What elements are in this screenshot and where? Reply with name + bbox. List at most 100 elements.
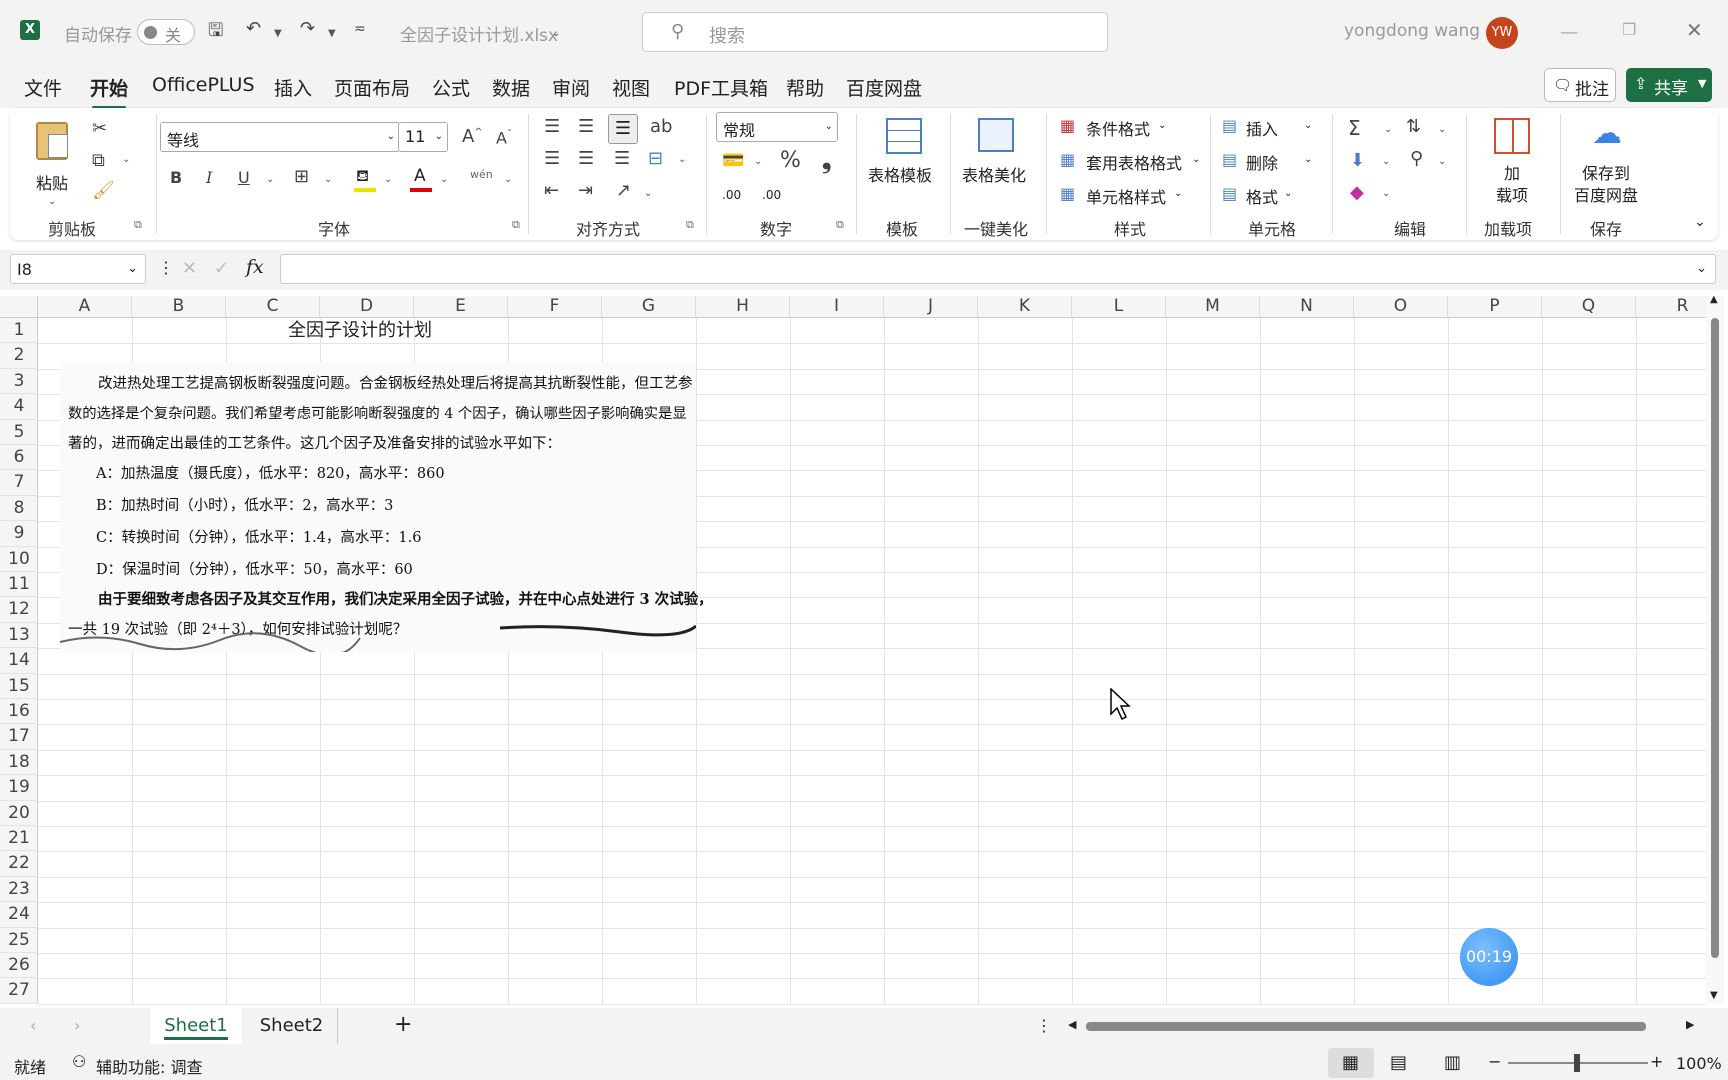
zoom-in-icon[interactable]: + xyxy=(1650,1052,1663,1071)
next-sheet-icon[interactable]: › xyxy=(74,1016,80,1035)
scroll-right-icon[interactable]: ▶ xyxy=(1686,1018,1694,1031)
wrap-text-icon[interactable]: ab xyxy=(650,118,672,136)
fill-color-dropdown-icon[interactable]: ⌄ xyxy=(384,174,392,185)
fill-color-icon[interactable]: ⛾ xyxy=(354,166,376,192)
share-button[interactable]: ⇪ 共享 ▼ xyxy=(1626,68,1712,102)
paste-button[interactable]: 粘贴 ⌄ xyxy=(30,116,74,207)
font-launcher-icon[interactable]: ⧉ xyxy=(512,218,520,232)
menu-help[interactable]: 帮助 xyxy=(786,74,824,101)
delete-cells-button[interactable]: ▤ 删除 ⌄ xyxy=(1220,148,1320,176)
format-painter-icon[interactable]: 🖌 xyxy=(92,182,115,200)
filename-chevron-icon[interactable]: ⌄ xyxy=(552,28,560,39)
alignment-launcher-icon[interactable]: ⧉ xyxy=(686,218,694,232)
find-select-dropdown-icon[interactable]: ⌄ xyxy=(1438,156,1446,167)
menu-file[interactable]: 文件 xyxy=(24,74,62,101)
percent-icon[interactable]: % xyxy=(780,150,801,172)
tab-options-icon[interactable]: ⋮ xyxy=(1036,1016,1052,1035)
save-to-netdisk-button[interactable]: ☁ 保存到 百度网盘 xyxy=(1564,114,1654,208)
user-name[interactable]: yongdong wang xyxy=(1344,21,1480,41)
close-icon[interactable]: ✕ xyxy=(1686,18,1703,42)
scroll-left-icon[interactable]: ◀ xyxy=(1068,1018,1076,1031)
zoom-slider[interactable] xyxy=(1508,1054,1648,1072)
clear-icon[interactable]: ◆ xyxy=(1350,184,1364,202)
cut-icon[interactable]: ✂ xyxy=(92,120,107,138)
conditional-format-button[interactable]: ▦ 条件格式 ⌄ xyxy=(1052,114,1202,142)
format-cells-button[interactable]: ▤ 格式 ⌄ xyxy=(1220,182,1320,210)
borders-dropdown-icon[interactable]: ⌄ xyxy=(324,174,332,185)
recording-timer[interactable]: 00:19 xyxy=(1460,928,1518,986)
menu-pdf-tools[interactable]: PDF工具箱 xyxy=(674,74,768,101)
formula-expand-icon[interactable]: ⌄ xyxy=(1696,261,1707,276)
increase-decimal-icon[interactable]: .00 xyxy=(722,188,741,202)
scroll-up-icon[interactable]: ▲ xyxy=(1710,294,1718,305)
number-launcher-icon[interactable]: ⧉ xyxy=(836,218,844,232)
currency-icon[interactable]: 💳 xyxy=(722,152,744,170)
fill-dropdown-icon[interactable]: ⌄ xyxy=(1382,156,1390,167)
number-format-combo[interactable]: 常规 ⌄ xyxy=(716,112,838,142)
cancel-entry-icon[interactable]: ✕ xyxy=(182,258,197,279)
currency-dropdown-icon[interactable]: ⌄ xyxy=(754,156,762,167)
table-template-button[interactable]: 表格模板 xyxy=(862,114,946,204)
find-select-icon[interactable]: ⚲ xyxy=(1410,150,1423,168)
formula-options-icon[interactable]: ⋮ xyxy=(158,258,174,277)
minimize-icon[interactable]: — xyxy=(1560,22,1578,43)
menu-data[interactable]: 数据 xyxy=(492,74,530,101)
accessibility-icon[interactable]: ⚇ xyxy=(72,1052,86,1071)
menu-review[interactable]: 审阅 xyxy=(552,74,590,101)
menu-insert[interactable]: 插入 xyxy=(274,74,312,101)
ribbon-collapse-icon[interactable]: ⌄ xyxy=(1694,214,1706,230)
copy-icon[interactable]: ⧉ xyxy=(92,152,105,170)
menu-view[interactable]: 视图 xyxy=(612,74,650,101)
menu-page-layout[interactable]: 页面布局 xyxy=(334,74,410,101)
copy-dropdown-icon[interactable]: ⌄ xyxy=(122,154,130,165)
merge-dropdown-icon[interactable]: ⌄ xyxy=(678,154,686,165)
restore-icon[interactable]: ❐ xyxy=(1622,20,1636,39)
avatar[interactable]: YW xyxy=(1486,17,1518,49)
comment-button[interactable]: 🗨 批注 xyxy=(1544,68,1616,102)
worksheet-grid[interactable]: ABCDEFGHIJKLMNOPQR 1 2 3 4 5 6 7 8 9 10 11 12 13 14 15… xyxy=(0,294,1728,1005)
font-size-combo[interactable]: 11 ⌄ xyxy=(398,122,448,152)
align-middle-icon[interactable]: ☰ xyxy=(578,118,594,136)
increase-indent-icon[interactable]: ⇥ xyxy=(578,182,593,200)
orientation-dropdown-icon[interactable]: ⌄ xyxy=(644,188,652,199)
page-layout-view-icon[interactable]: ▤ xyxy=(1390,1052,1407,1073)
autosave-toggle[interactable]: 关 xyxy=(137,19,195,45)
phonetic-dropdown-icon[interactable]: ⌄ xyxy=(504,174,512,185)
insert-cells-button[interactable]: ▤ 插入 ⌄ xyxy=(1220,114,1320,142)
clear-dropdown-icon[interactable]: ⌄ xyxy=(1382,188,1390,199)
underline-dropdown-icon[interactable]: ⌄ xyxy=(266,174,274,185)
title-cell[interactable]: 全因子设计的计划 xyxy=(288,316,432,342)
sort-filter-icon[interactable]: ⇅ xyxy=(1406,118,1421,136)
font-name-combo[interactable]: 等线 ⌄ xyxy=(160,122,400,152)
orientation-icon[interactable]: ↗ xyxy=(616,182,631,200)
italic-icon[interactable]: I xyxy=(206,170,212,186)
fill-icon[interactable]: ⬇ xyxy=(1350,152,1365,170)
menu-formulas[interactable]: 公式 xyxy=(432,74,470,101)
zoom-slider-thumb[interactable] xyxy=(1574,1054,1580,1072)
redo-dropdown-icon[interactable]: ▼ xyxy=(328,28,336,39)
sheet-tab-sheet2[interactable]: Sheet2 xyxy=(246,1008,338,1044)
file-name[interactable]: 全因子设计计划.xlsx xyxy=(400,21,558,46)
name-box[interactable]: I8 ⌄ xyxy=(10,254,146,284)
merge-center-icon[interactable]: ⊟ xyxy=(648,150,663,168)
comma-icon[interactable]: ❟ xyxy=(822,148,831,172)
horizontal-scroll-thumb[interactable] xyxy=(1086,1022,1646,1031)
align-center-icon[interactable]: ☰ xyxy=(578,150,594,168)
search-box[interactable]: ⚲ 搜索 xyxy=(642,12,1108,52)
vertical-scroll-thumb[interactable] xyxy=(1711,318,1719,958)
decrease-decimal-icon[interactable]: .00 xyxy=(762,188,781,202)
pasted-problem-image[interactable]: 改进热处理工艺提高钢板断裂强度问题。合金钢板经热处理后将提高其抗断裂性能，但工艺… xyxy=(60,362,713,652)
table-format-button[interactable]: ▦ 套用表格格式 ⌄ xyxy=(1052,148,1202,176)
prev-sheet-icon[interactable]: ‹ xyxy=(30,1016,36,1035)
save-icon[interactable]: 🖫 xyxy=(208,22,223,40)
autosum-dropdown-icon[interactable]: ⌄ xyxy=(1384,124,1392,135)
table-beautify-button[interactable]: 表格美化 xyxy=(954,114,1040,204)
underline-icon[interactable]: U xyxy=(238,170,250,186)
add-sheet-button[interactable]: + xyxy=(394,1012,412,1037)
sort-filter-dropdown-icon[interactable]: ⌄ xyxy=(1438,124,1446,135)
zoom-out-icon[interactable]: − xyxy=(1488,1052,1501,1071)
undo-dropdown-icon[interactable]: ▼ xyxy=(274,28,282,39)
customize-qat-icon[interactable]: ≂ xyxy=(354,22,366,36)
align-bottom-icon[interactable]: ☰ xyxy=(608,114,638,144)
confirm-entry-icon[interactable]: ✓ xyxy=(214,258,229,279)
